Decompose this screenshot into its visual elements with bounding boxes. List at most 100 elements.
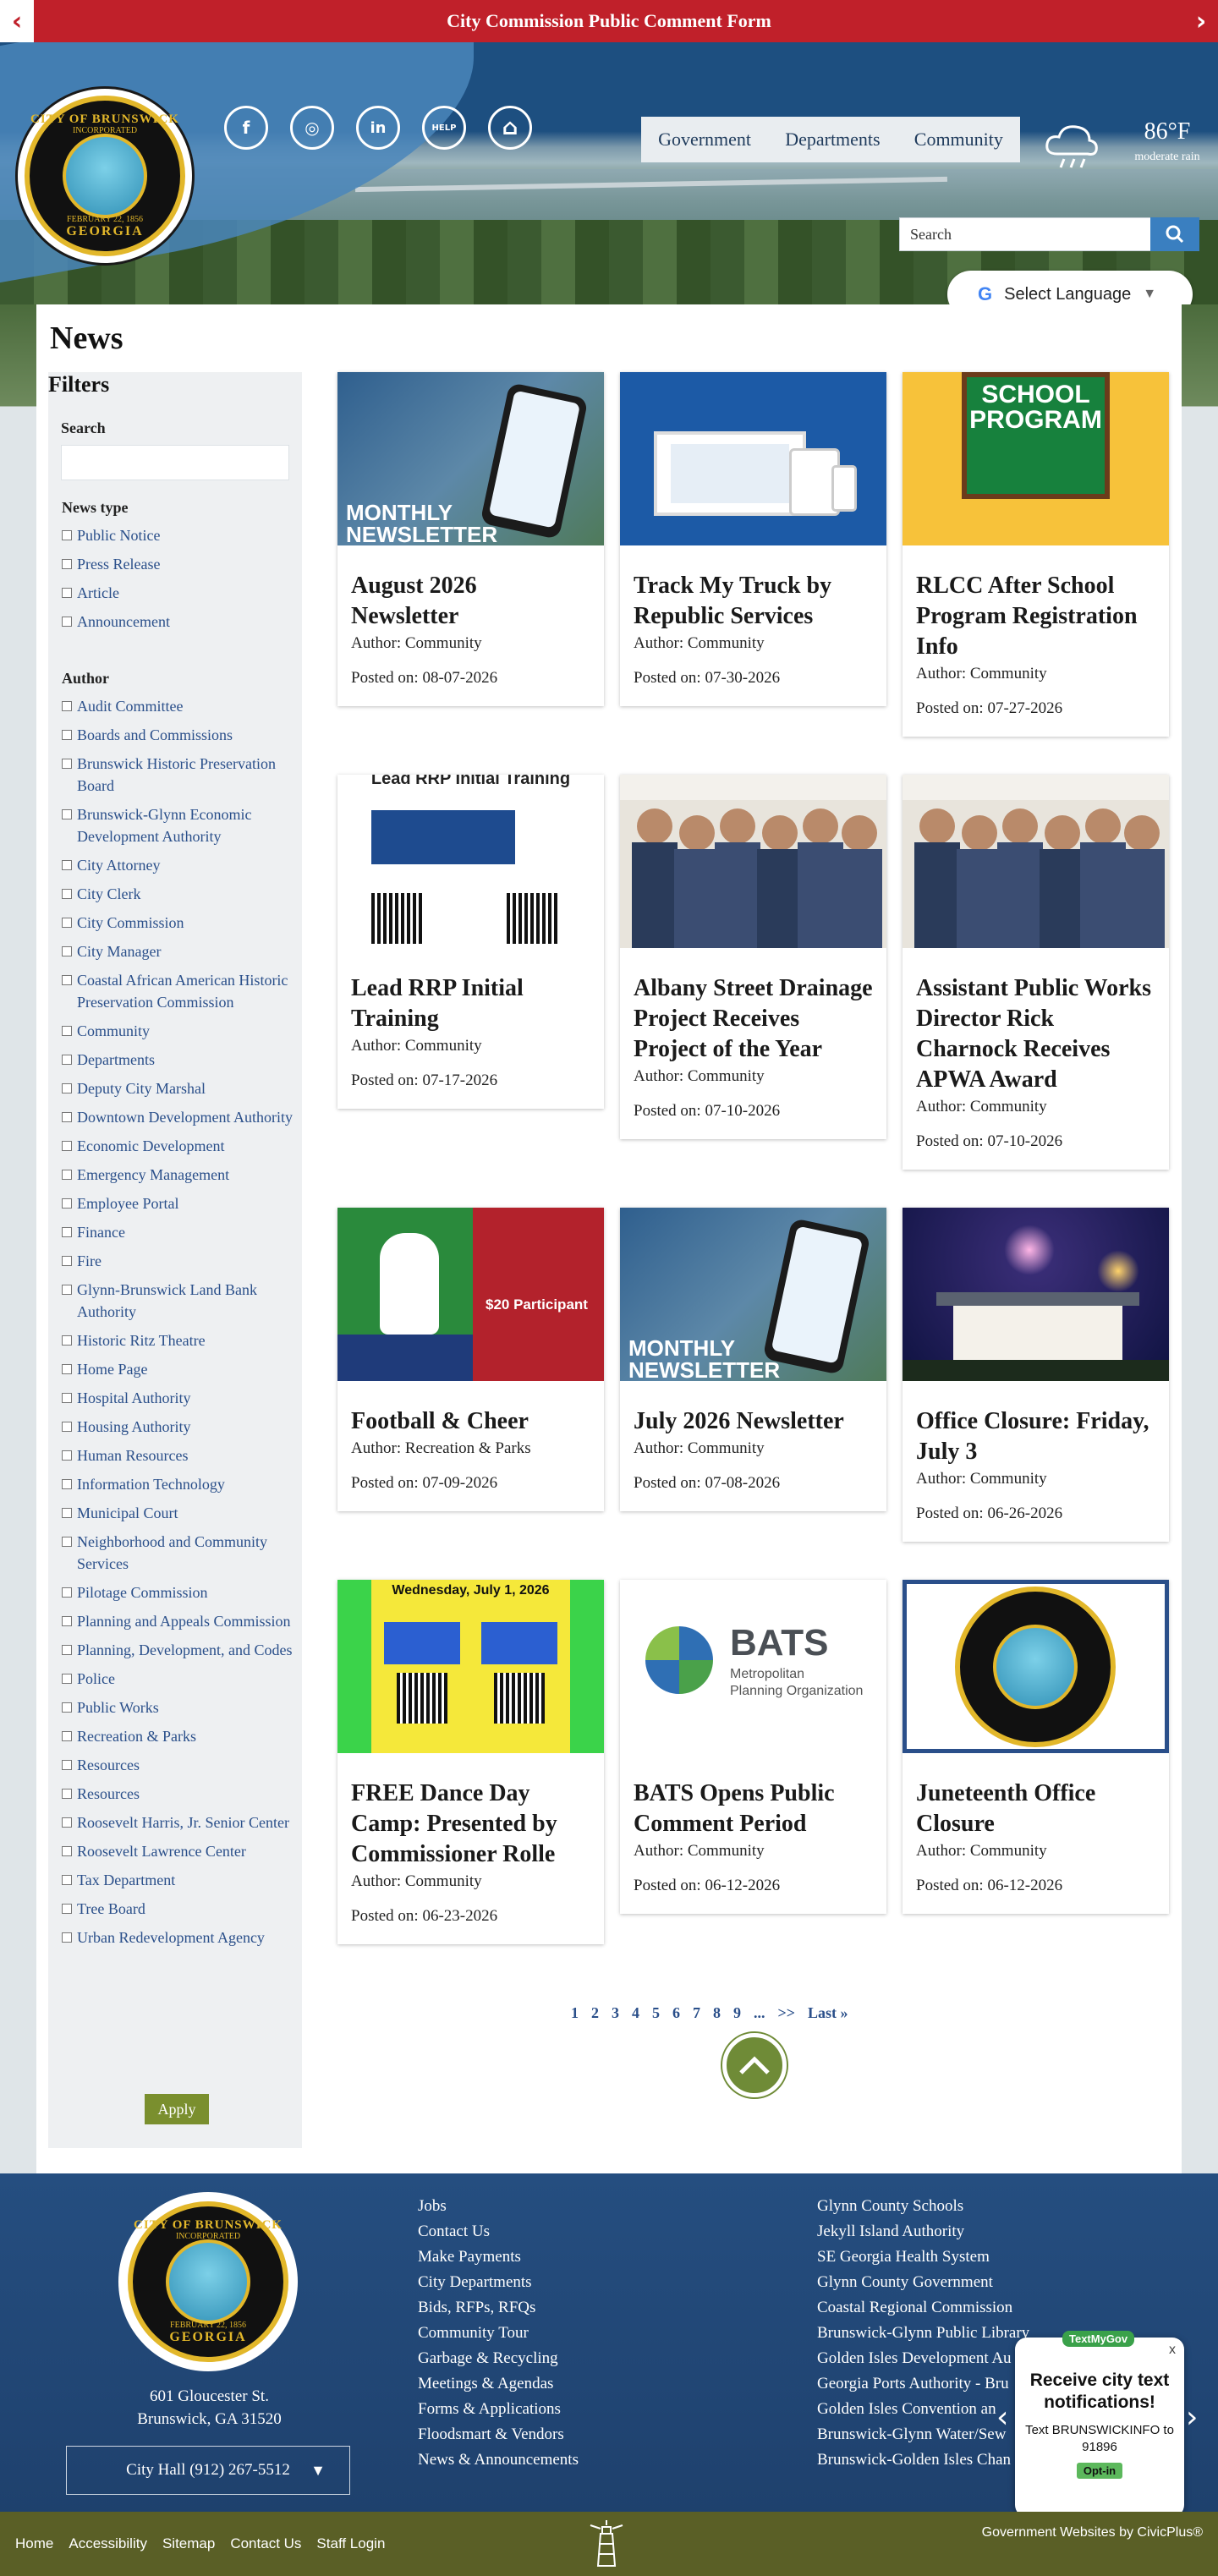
page-link[interactable]: >> <box>778 2004 796 2022</box>
checkbox[interactable] <box>62 1026 72 1036</box>
news-card[interactable]: $20 Participant Football & Cheer Author:… <box>337 1208 604 1511</box>
footer-link[interactable]: Contact Us <box>418 2219 579 2244</box>
filter-option[interactable]: Planning, Development, and Codes <box>62 1639 295 1661</box>
checkbox[interactable] <box>62 1702 72 1713</box>
checkbox[interactable] <box>62 1422 72 1432</box>
news-title[interactable]: Juneteenth Office Closure <box>916 1779 1155 1839</box>
checkbox[interactable] <box>62 809 72 819</box>
filter-option[interactable]: Economic Development <box>62 1135 295 1157</box>
filter-option-label[interactable]: Housing Authority <box>77 1416 191 1438</box>
filter-option-label[interactable]: Tree Board <box>77 1898 145 1920</box>
filter-option[interactable]: Public Notice <box>62 524 295 546</box>
checkbox[interactable] <box>62 1112 72 1122</box>
filter-option[interactable]: Roosevelt Lawrence Center <box>62 1840 295 1862</box>
alert-bar[interactable]: ‹ City Commission Public Comment Form › <box>0 0 1218 42</box>
filter-option[interactable]: Brunswick Historic Preservation Board <box>62 753 295 797</box>
filter-option-label[interactable]: Hospital Authority <box>77 1387 191 1409</box>
checkbox[interactable] <box>62 1587 72 1598</box>
search-input[interactable]: Search <box>899 217 1151 251</box>
page-link[interactable]: 3 <box>612 2004 619 2022</box>
footer-link[interactable]: Make Payments <box>418 2244 579 2270</box>
footer-link[interactable]: Floodsmart & Vendors <box>418 2422 579 2447</box>
filter-option[interactable]: Home Page <box>62 1358 295 1380</box>
news-title[interactable]: BATS Opens Public Comment Period <box>634 1779 873 1839</box>
filter-option[interactable]: Announcement <box>62 611 295 633</box>
language-select[interactable]: G Select Language ▼ <box>947 271 1193 304</box>
news-card[interactable]: MONTHLY NEWSLETTER August 2026 Newslette… <box>337 372 604 706</box>
filter-option-label[interactable]: Municipal Court <box>77 1502 178 1524</box>
news-title[interactable]: RLCC After School Program Registration I… <box>916 571 1155 662</box>
filter-option[interactable]: Brunswick-Glynn Economic Development Aut… <box>62 803 295 847</box>
bottom-link[interactable]: Home <box>15 2535 53 2552</box>
footer-link[interactable]: Jekyll Island Authority <box>817 2219 1029 2244</box>
filter-option[interactable]: City Clerk <box>62 883 295 905</box>
filter-search-input[interactable] <box>61 445 289 480</box>
filter-option[interactable]: Neighborhood and Community Services <box>62 1531 295 1575</box>
news-image[interactable]: Wednesday, July 1, 2026 <box>337 1580 604 1753</box>
checkbox[interactable] <box>62 1789 72 1799</box>
filter-option[interactable]: Urban Redevelopment Agency <box>62 1927 295 1948</box>
filter-option-label[interactable]: Neighborhood and Community Services <box>77 1531 295 1575</box>
checkbox[interactable] <box>62 1846 72 1856</box>
filter-option-label[interactable]: Downtown Development Authority <box>77 1106 293 1128</box>
footer-link[interactable]: City Departments <box>418 2270 579 2295</box>
checkbox[interactable] <box>62 1055 72 1065</box>
checkbox[interactable] <box>62 1335 72 1346</box>
filter-option-label[interactable]: Departments <box>77 1049 155 1071</box>
filter-option[interactable]: Planning and Appeals Commission <box>62 1610 295 1632</box>
checkbox[interactable] <box>62 1227 72 1237</box>
filter-option[interactable]: Roosevelt Harris, Jr. Senior Center <box>62 1811 295 1833</box>
filter-option-label[interactable]: Boards and Commissions <box>77 724 233 746</box>
city-logo[interactable]: CITY OF BRUNSWICK INCORPORATED FEBRUARY … <box>15 86 195 266</box>
chevron-right-icon[interactable]: › <box>1186 2400 1198 2435</box>
news-title[interactable]: Track My Truck by Republic Services <box>634 571 873 632</box>
news-image[interactable]: MONTHLY NEWSLETTER <box>337 372 604 545</box>
filter-option[interactable]: Information Technology <box>62 1473 295 1495</box>
filter-option-label[interactable]: Pilotage Commission <box>77 1581 208 1603</box>
filter-option[interactable]: Hospital Authority <box>62 1387 295 1409</box>
news-image[interactable] <box>620 775 886 948</box>
checkbox[interactable] <box>62 1817 72 1828</box>
footer-link[interactable]: Bids, RFPs, RFQs <box>418 2295 579 2321</box>
filter-option[interactable]: Article <box>62 582 295 604</box>
filter-option-label[interactable]: Deputy City Marshal <box>77 1077 206 1099</box>
home-icon[interactable]: ⌂ <box>488 106 532 150</box>
footer-link[interactable]: Meetings & Agendas <box>418 2371 579 2397</box>
bottom-link[interactable]: Sitemap <box>162 2535 215 2552</box>
filter-option-label[interactable]: Roosevelt Harris, Jr. Senior Center <box>77 1811 289 1833</box>
checkbox[interactable] <box>62 1674 72 1684</box>
page-link[interactable]: 4 <box>632 2004 639 2022</box>
footer-link[interactable]: News & Announcements <box>418 2447 579 2473</box>
news-card[interactable]: Office Closure: Friday, July 3 Author: C… <box>903 1208 1169 1542</box>
news-card[interactable]: Track My Truck by Republic Services Auth… <box>620 372 886 706</box>
filter-option[interactable]: Departments <box>62 1049 295 1071</box>
bottom-link[interactable]: Contact Us <box>230 2535 301 2552</box>
news-card[interactable]: MONTHLY NEWSLETTER July 2026 Newsletter … <box>620 1208 886 1511</box>
checkbox[interactable] <box>62 759 72 769</box>
news-title[interactable]: July 2026 Newsletter <box>634 1406 873 1437</box>
checkbox[interactable] <box>62 1537 72 1547</box>
nav-departments[interactable]: Departments <box>785 129 880 151</box>
page-link[interactable]: 5 <box>652 2004 660 2022</box>
footer-link[interactable]: Georgia Ports Authority - Bru <box>817 2371 1029 2397</box>
news-title[interactable]: Albany Street Drainage Project Receives … <box>634 973 873 1065</box>
checkbox[interactable] <box>62 701 72 711</box>
filter-option[interactable]: City Manager <box>62 940 295 962</box>
news-image[interactable] <box>620 372 886 545</box>
footer-link[interactable]: Brunswick-Glynn Public Library <box>817 2321 1029 2346</box>
news-image[interactable]: $20 Participant <box>337 1208 604 1381</box>
bottom-link[interactable]: Staff Login <box>316 2535 385 2552</box>
checkbox[interactable] <box>62 1760 72 1770</box>
filter-option-label[interactable]: Recreation & Parks <box>77 1725 196 1747</box>
footer-link[interactable]: Forms & Applications <box>418 2397 579 2422</box>
checkbox[interactable] <box>62 1285 72 1295</box>
textmygov-popup[interactable]: TextMyGov x Receive city text notificati… <box>1015 2331 1184 2517</box>
footer-link[interactable]: Glynn County Schools <box>817 2194 1029 2219</box>
page-link[interactable]: 1 <box>571 2004 579 2022</box>
checkbox[interactable] <box>62 1932 72 1943</box>
filter-option[interactable]: Downtown Development Authority <box>62 1106 295 1128</box>
filter-option[interactable]: Recreation & Parks <box>62 1725 295 1747</box>
filter-option-label[interactable]: Urban Redevelopment Agency <box>77 1927 265 1948</box>
filter-option[interactable]: Historic Ritz Theatre <box>62 1329 295 1351</box>
checkbox[interactable] <box>62 889 72 899</box>
